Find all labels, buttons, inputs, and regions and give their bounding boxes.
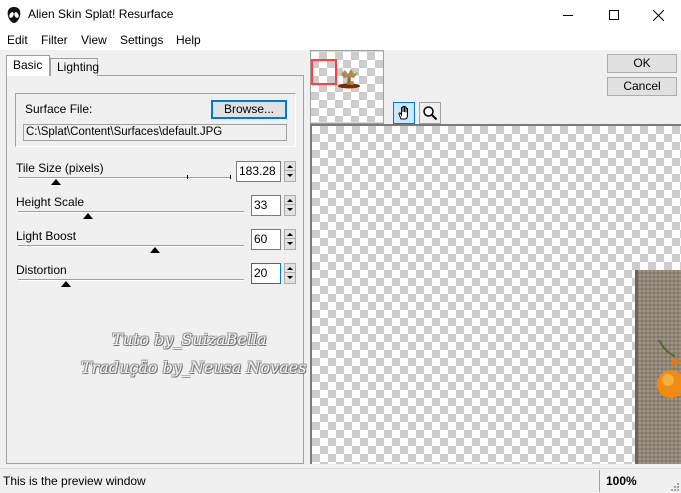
tab-basic[interactable]: Basic	[6, 55, 50, 76]
menu-edit[interactable]: Edit	[7, 33, 28, 47]
hand-tool-button[interactable]	[393, 102, 415, 124]
ok-button[interactable]: OK	[607, 54, 677, 73]
thumbnail-object	[338, 69, 360, 89]
height-scale-input[interactable]: 33	[251, 195, 281, 216]
minimize-button[interactable]	[545, 0, 591, 30]
tile-size-tick	[187, 175, 188, 179]
distortion-track[interactable]	[18, 279, 244, 281]
watermark-line-2: Tradução by_Neusa Novaes	[81, 358, 307, 377]
light-boost-label: Light Boost	[16, 229, 77, 243]
maximize-icon	[609, 10, 619, 20]
height-scale-label: Height Scale	[16, 195, 85, 209]
size-grip-icon[interactable]	[668, 480, 680, 492]
spin-down-button[interactable]	[285, 239, 295, 248]
tile-size-thumb[interactable]	[51, 179, 61, 185]
magnifier-icon	[423, 106, 438, 121]
status-divider	[599, 470, 600, 492]
window-title: Alien Skin Splat! Resurface	[28, 7, 174, 21]
surface-file-label: Surface File:	[25, 102, 93, 116]
surface-file-path: C:\Splat\Content\Surfaces\default.JPG	[23, 124, 287, 141]
arrow-up-icon	[287, 232, 293, 236]
height-scale-spinner[interactable]	[284, 195, 296, 216]
tile-size-spinner[interactable]	[284, 161, 296, 182]
spin-down-button[interactable]	[285, 171, 295, 180]
menu-filter[interactable]: Filter	[41, 33, 68, 47]
maximize-button[interactable]	[591, 0, 637, 30]
spin-down-button[interactable]	[285, 273, 295, 282]
status-text: This is the preview window	[3, 474, 146, 488]
arrow-down-icon	[287, 174, 293, 177]
zoom-level: 100%	[606, 474, 637, 488]
close-icon	[652, 9, 664, 21]
menu-view[interactable]: View	[81, 33, 107, 47]
spin-up-button[interactable]	[285, 196, 295, 205]
light-boost-input[interactable]: 60	[251, 229, 281, 250]
menu-settings[interactable]: Settings	[120, 33, 163, 47]
cancel-button[interactable]: Cancel	[607, 77, 677, 96]
arrow-up-icon	[287, 198, 293, 202]
spin-up-button[interactable]	[285, 264, 295, 273]
tab-lighting[interactable]: Lighting	[50, 58, 99, 76]
arrow-down-icon	[287, 208, 293, 211]
view-rectangle[interactable]	[311, 59, 337, 85]
arrow-up-icon	[287, 164, 293, 168]
distortion-spinner[interactable]	[284, 263, 296, 284]
arrow-down-icon	[287, 276, 293, 279]
close-button[interactable]	[635, 0, 681, 30]
hand-icon	[398, 105, 408, 120]
height-scale-thumb[interactable]	[83, 213, 93, 219]
tile-size-input[interactable]: 183.28	[236, 161, 281, 182]
menu-help[interactable]: Help	[176, 33, 201, 47]
spin-up-button[interactable]	[285, 230, 295, 239]
distortion-input[interactable]: 20	[251, 263, 281, 284]
height-scale-track[interactable]	[18, 211, 244, 213]
tile-size-tick	[230, 175, 231, 179]
tile-size-track[interactable]	[18, 177, 231, 179]
tile-size-label: Tile Size (pixels)	[16, 161, 104, 175]
arrow-up-icon	[287, 266, 293, 270]
distortion-thumb[interactable]	[61, 281, 71, 287]
light-boost-spinner[interactable]	[284, 229, 296, 250]
watermark-line-1: Tuto by_SuizaBella	[112, 330, 267, 349]
distortion-label: Distortion	[16, 263, 67, 277]
light-boost-thumb[interactable]	[150, 247, 160, 253]
minimize-icon	[563, 15, 573, 16]
alien-skin-icon	[7, 7, 21, 23]
arrow-down-icon	[287, 242, 293, 245]
preview-image-fragment	[635, 270, 681, 464]
browse-button[interactable]: Browse...	[211, 100, 287, 119]
spin-up-button[interactable]	[285, 162, 295, 171]
light-boost-track[interactable]	[18, 245, 244, 247]
preview-window[interactable]	[310, 124, 681, 464]
zoom-tool-button[interactable]	[419, 102, 441, 124]
spin-down-button[interactable]	[285, 205, 295, 214]
